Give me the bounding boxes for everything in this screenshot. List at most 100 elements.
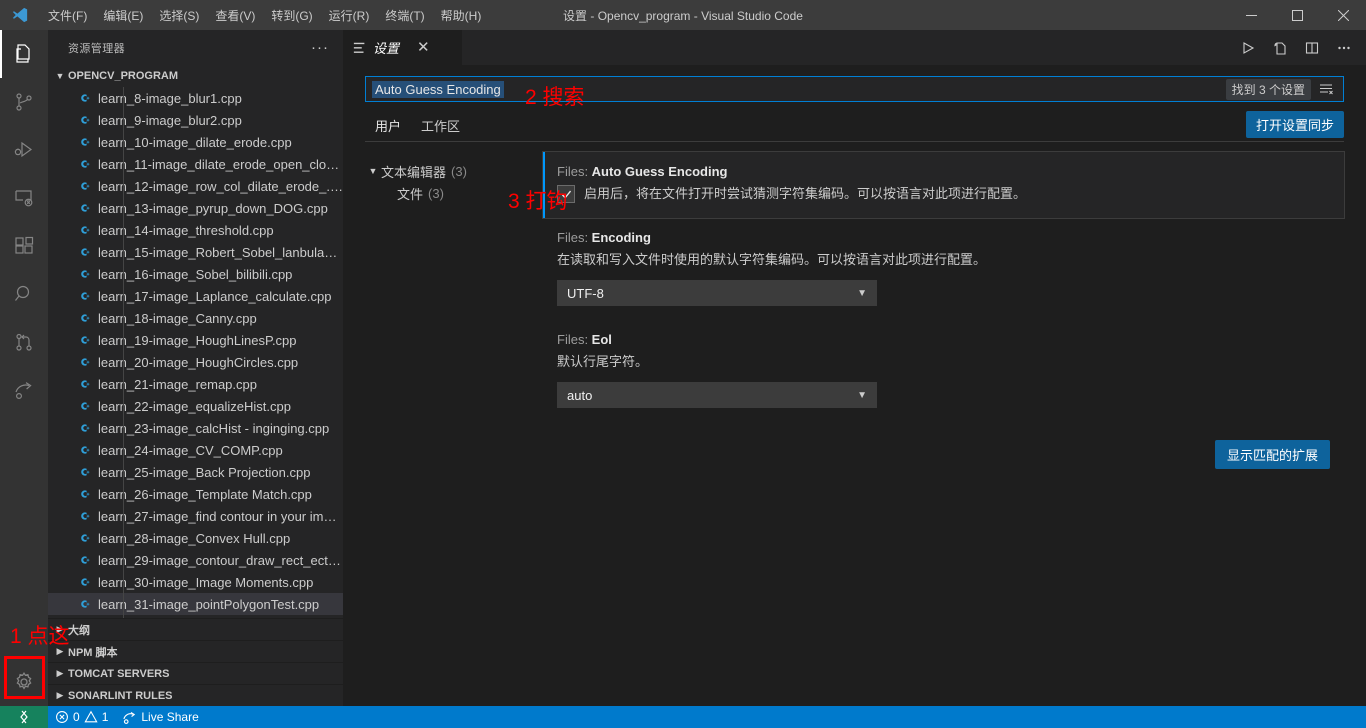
section-sonarlint-rules[interactable]: ▶ SONARLINT RULES [48,684,343,706]
file-tree-item[interactable]: learn_15-image_Robert_Sobel_lanbulance..… [48,241,343,263]
file-tree-item[interactable]: learn_26-image_Template Match.cpp [48,483,343,505]
tab-settings[interactable]: 设置 ✕ [343,30,463,65]
file-tree-item[interactable]: learn_10-image_dilate_erode.cpp [48,131,343,153]
chevron-right-icon: ▶ [52,668,68,679]
file-tree-item[interactable]: learn_9-image_blur2.cpp [48,109,343,131]
minimize-button[interactable] [1228,0,1274,30]
cpp-file-icon [76,266,92,282]
activity-extensions[interactable] [0,222,48,270]
cpp-file-icon [76,354,92,370]
menu-help[interactable]: 帮助(H) [433,0,490,30]
split-editor-button[interactable] [1298,34,1326,62]
chevron-right-icon: ▶ [52,624,68,635]
file-tree-item[interactable]: learn_27-image_find contour in your imag… [48,505,343,527]
menu-goto[interactable]: 转到(G) [263,0,320,30]
file-tree-item[interactable]: learn_20-image_HoughCircles.cpp [48,351,343,373]
menu-view[interactable]: 查看(V) [207,0,263,30]
vscode-logo-icon [0,6,40,24]
file-tree[interactable]: learn_8-image_blur1.cpplearn_9-image_blu… [48,87,343,618]
cpp-file-icon [76,552,92,568]
activity-source-control[interactable] [0,78,48,126]
vscode-window: 文件(F) 编辑(E) 选择(S) 查看(V) 转到(G) 运行(R) 终端(T… [0,0,1366,728]
menu-selection[interactable]: 选择(S) [151,0,207,30]
cpp-file-icon [76,156,92,172]
encoding-select-value: UTF-8 [567,286,604,301]
tab-workspace[interactable]: 工作区 [411,113,470,142]
toc-text-editor[interactable]: ▼ 文本编辑器 (3) [365,160,543,182]
title-bar: 文件(F) 编辑(E) 选择(S) 查看(V) 转到(G) 运行(R) 终端(T… [0,0,1366,30]
setting-title: Files: Encoding [557,230,1330,245]
setting-title: Files: Auto Guess Encoding [557,164,1330,179]
settings-result-count: 找到 3 个设置 [1226,79,1311,100]
file-tree-item[interactable]: learn_21-image_remap.cpp [48,373,343,395]
close-button[interactable] [1320,0,1366,30]
project-root-header[interactable]: ▼ OPENCV_PROGRAM [48,65,343,87]
file-tree-item-label: learn_16-image_Sobel_bilibili.cpp [98,267,292,282]
toc-files[interactable]: 文件 (3) [365,182,543,204]
menu-file[interactable]: 文件(F) [40,0,95,30]
open-settings-sync-button[interactable]: 打开设置同步 [1246,111,1344,138]
manage-gear-icon[interactable] [0,658,48,706]
cpp-file-icon [76,486,92,502]
remote-host-icon[interactable] [0,706,48,728]
status-live-share[interactable]: Live Share [115,706,205,728]
file-tree-item[interactable]: learn_24-image_CV_COMP.cpp [48,439,343,461]
eol-select[interactable]: auto ▼ [557,382,877,408]
more-actions-button[interactable] [1330,34,1358,62]
menu-run[interactable]: 运行(R) [321,0,378,30]
setting-files-eol[interactable]: Files: Eol 默认行尾字符。 auto ▼ [543,320,1344,422]
file-tree-item[interactable]: learn_14-image_threshold.cpp [48,219,343,241]
file-tree-item[interactable]: learn_30-image_Image Moments.cpp [48,571,343,593]
file-tree-item[interactable]: learn_29-image_contour_draw_rect_ect.cpp [48,549,343,571]
file-tree-item[interactable]: learn_25-image_Back Projection.cpp [48,461,343,483]
project-root-label: OPENCV_PROGRAM [68,70,178,82]
section-tomcat-servers[interactable]: ▶ TOMCAT SERVERS [48,662,343,684]
cpp-file-icon [76,464,92,480]
file-tree-item[interactable]: learn_12-image_row_col_dilate_erode_.cpp [48,175,343,197]
setting-name: Auto Guess Encoding [592,164,728,179]
explorer-sidebar: 资源管理器 ··· ▼ OPENCV_PROGRAM learn_8-image… [48,30,343,706]
file-tree-item[interactable]: learn_16-image_Sobel_bilibili.cpp [48,263,343,285]
file-tree-item[interactable]: learn_13-image_pyrup_down_DOG.cpp [48,197,343,219]
section-npm-scripts[interactable]: ▶ NPM 脚本 [48,640,343,662]
encoding-select[interactable]: UTF-8 ▼ [557,280,877,306]
file-tree-item[interactable]: learn_8-image_blur1.cpp [48,87,343,109]
tab-user[interactable]: 用户 [365,113,411,142]
setting-control-row: 启用后，将在文件打开时尝试猜测字符集编码。可以按语言对此项进行配置。 [557,184,1330,204]
file-tree-item[interactable]: learn_19-image_HoughLinesP.cpp [48,329,343,351]
activity-run-debug[interactable] [0,126,48,174]
activity-remote-explorer[interactable] [0,174,48,222]
search-input[interactable]: Auto Guess Encoding 找到 3 个设置 [365,76,1344,102]
close-icon[interactable]: ✕ [417,40,430,55]
setting-files-auto-guess-encoding[interactable]: Files: Auto Guess Encoding 启用后，将在文件打开时尝试… [543,152,1344,218]
file-tree-item[interactable]: learn_22-image_equalizeHist.cpp [48,395,343,417]
menu-edit[interactable]: 编辑(E) [95,0,151,30]
activity-explorer[interactable] [0,30,48,78]
show-matching-extensions-button[interactable]: 显示匹配的扩展 [1215,440,1330,469]
file-tree-item[interactable]: learn_28-image_Convex Hull.cpp [48,527,343,549]
activity-pull-requests[interactable] [0,318,48,366]
clear-filter-icon[interactable] [1315,79,1337,99]
sidebar-more-actions-icon[interactable]: ··· [305,39,335,56]
file-tree-item[interactable]: learn_18-image_Canny.cpp [48,307,343,329]
run-code-button[interactable] [1234,34,1262,62]
tab-settings-label: 设置 [373,38,399,57]
toc-files-count: (3) [428,186,444,201]
auto-guess-encoding-checkbox[interactable] [557,185,575,203]
file-tree-item[interactable]: learn_17-image_Laplance_calculate.cpp [48,285,343,307]
activity-live-share[interactable] [0,366,48,414]
file-tree-item[interactable]: learn_23-image_calcHist - inginging.cpp [48,417,343,439]
menu-terminal[interactable]: 终端(T) [377,0,432,30]
file-tree-item[interactable]: learn_31-image_pointPolygonTest.cpp [48,593,343,615]
open-preview-button[interactable] [1266,34,1294,62]
editor-area: 设置 ✕ [343,30,1366,706]
section-outline[interactable]: ▶ 大纲 [48,618,343,640]
indent-guide [123,87,124,618]
maximize-button[interactable] [1274,0,1320,30]
file-tree-item[interactable]: learn_11-image_dilate_erode_open_close_.… [48,153,343,175]
activity-search[interactable] [0,270,48,318]
file-tree-item-label: learn_15-image_Robert_Sobel_lanbulance..… [98,245,343,260]
settings-tab-icon [353,41,367,55]
status-problems[interactable]: 0 1 [48,706,115,728]
setting-files-encoding[interactable]: Files: Encoding 在读取和写入文件时使用的默认字符集编码。可以按语… [543,218,1344,320]
